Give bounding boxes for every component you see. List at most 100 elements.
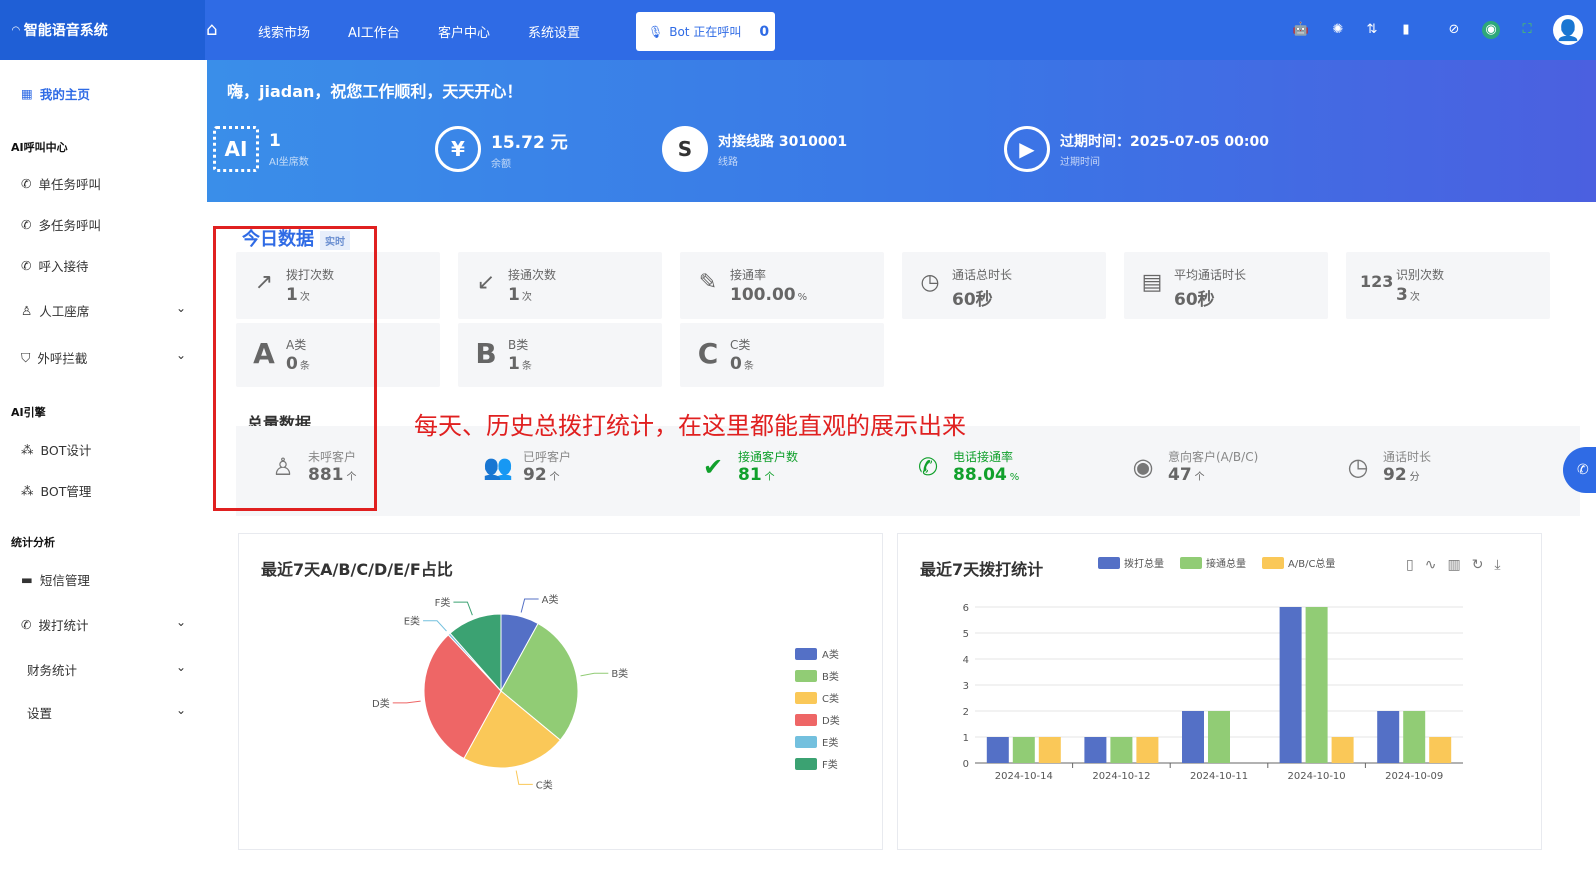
legend-swatch (795, 736, 817, 748)
pie-slice-label: B类 (611, 667, 628, 680)
sidebar-item-label: 短信管理 (39, 573, 90, 588)
brand[interactable]: ◠ 智能语音系统 (0, 0, 205, 60)
nav-clue-market[interactable]: 线索市场 (258, 22, 310, 41)
brand-name: 智能语音系统 (23, 23, 108, 39)
chevron-down-icon[interactable]: ⌄ (176, 703, 186, 717)
chevron-down-icon[interactable]: ⌄ (176, 348, 186, 362)
card-unit: 次 (521, 292, 532, 303)
fullscreen-icon[interactable]: ⛶ (1518, 21, 1536, 39)
transfer-icon[interactable]: ⇅ (1363, 21, 1381, 39)
card-unit: 次 (1409, 292, 1420, 303)
bar-chart-panel: 最近7天拨打统计 ▯∿▥↻⤓ 0 1 2 3 4 5 6 2024-10-14 2024-10-… (897, 533, 1542, 850)
today-card-avg-duration: ▤ 平均通话时长 60秒 (1124, 252, 1328, 319)
timer-icon: ◷ (1347, 452, 1369, 481)
compass-icon[interactable]: ⊘ (1445, 21, 1463, 39)
chevron-down-icon[interactable]: ⌄ (176, 660, 186, 674)
sidebar-item-outbound-block[interactable]: ⛉ 外呼拦截 (21, 348, 87, 367)
arrow-down-check-icon: ↙ (476, 270, 496, 295)
line-label: 线路 (718, 156, 738, 168)
y-tick-label: 0 (963, 759, 969, 770)
sidebar-item-human-seat[interactable]: ♙ 人工座席 (21, 301, 89, 320)
total-unit: 个 (764, 472, 775, 483)
sidebar-heading-ai-engine: AI引擎 (11, 406, 46, 419)
sidebar-item-label: 设置 (27, 706, 53, 721)
bar (1331, 737, 1354, 763)
y-tick-label: 2 (963, 707, 969, 718)
bar (1429, 737, 1452, 763)
stat-expire: ▶ 过期时间：2025-07-05 00:00 过期时间 (1004, 126, 1269, 172)
card-value: 100.00 (730, 285, 796, 305)
sidebar-item-bot-design[interactable]: ⁂ BOT设计 (21, 440, 91, 459)
bot-calling-count: 0 (759, 23, 770, 40)
legend-label: D类 (822, 714, 840, 727)
total-value: 92 (1383, 465, 1407, 485)
theme-icon[interactable]: ✺ (1329, 21, 1347, 39)
total-intent: ◉ 意向客户(A/B/C) 47 个 (1128, 448, 1259, 485)
pie-slice-label: D类 (372, 697, 390, 710)
account-circle-icon: ◉ (1132, 452, 1154, 481)
bar (1084, 737, 1107, 763)
legend-label: F类 (822, 758, 838, 771)
sidebar-item-label: BOT设计 (40, 443, 92, 458)
microphone-icon: 🎙 (648, 24, 664, 39)
x-tick-label: 2024-10-09 (1385, 771, 1443, 782)
balance-label: 余额 (491, 159, 511, 170)
user-avatar[interactable]: 👤 (1553, 15, 1583, 45)
sidebar-item-call-stats[interactable]: ✆ 拨打统计 (21, 615, 89, 634)
sidebar-item-finance[interactable]: 财务统计 (27, 660, 77, 679)
sidebar-item-home[interactable]: ▦ 我的主页 (21, 84, 90, 103)
legend-label: 接通总量 (1206, 557, 1246, 570)
message-icon: ▬ (21, 572, 33, 587)
sidebar-item-settings[interactable]: 设置 (27, 703, 52, 722)
card-label: 通话总时长 (952, 268, 1013, 282)
y-tick-label: 6 (963, 603, 969, 614)
y-tick-label: 5 (963, 629, 969, 640)
legend-label: 拨打总量 (1124, 557, 1164, 570)
bar (1279, 607, 1302, 763)
sidebar-item-bot-manage[interactable]: ⁂ BOT管理 (21, 481, 91, 500)
x-tick-label: 2024-10-12 (1092, 771, 1150, 782)
phone-icon: ✆ (21, 176, 32, 191)
bar (1136, 737, 1159, 763)
yen-icon: ¥ (435, 126, 481, 172)
nav-ai-workbench[interactable]: AI工作台 (348, 22, 400, 41)
alarm-clock-icon: ▶ (1004, 126, 1050, 172)
today-card-connects: ↙ 接通次数 1次 (458, 252, 662, 319)
logo-icon: ◠ (12, 24, 20, 36)
total-unit: 个 (549, 472, 560, 483)
chevron-down-icon[interactable]: ⌄ (176, 615, 186, 629)
language-icon[interactable]: ◉ (1482, 21, 1500, 39)
home-icon[interactable]: ⌂ (206, 20, 226, 40)
expire-prefix: 过期时间： (1060, 133, 1130, 150)
card-unit: 条 (521, 361, 532, 372)
pie-label-line (520, 598, 539, 613)
nav-system-settings[interactable]: 系统设置 (528, 22, 580, 41)
annotation-text: 每天、历史总拨打统计，在这里都能直观的展示出来 (414, 412, 966, 440)
sidebar: ▦ 我的主页 AI呼叫中心 ✆ 单任务呼叫 ✆ 多任务呼叫 ✆ 呼入接待 ♙ 人工座席 ⌄… (0, 60, 208, 886)
today-card-connect-rate: ✎ 接通率 100.00% (680, 252, 884, 319)
sidebar-item-sms[interactable]: ▬ 短信管理 (21, 570, 90, 589)
nav-customer-center[interactable]: 客户中心 (438, 22, 490, 41)
total-label: 已呼客户 (523, 450, 572, 464)
chevron-down-icon[interactable]: ⌄ (176, 301, 186, 315)
y-tick-label: 4 (963, 655, 969, 666)
sidebar-item-single-task[interactable]: ✆ 单任务呼叫 (21, 174, 101, 193)
bot-calling-label: Bot 正在呼叫 (669, 25, 742, 39)
legend-label: E类 (822, 736, 838, 749)
sidebar-item-inbound[interactable]: ✆ 呼入接待 (21, 256, 89, 275)
total-label: 接通客户数 (738, 450, 799, 464)
pie-label-line (423, 620, 447, 632)
legend-swatch (795, 648, 817, 660)
legend-swatch (1098, 557, 1120, 569)
bookmark-icon[interactable]: ▮ (1397, 21, 1415, 39)
card-value: 3 (1396, 285, 1408, 305)
bot-calling-button[interactable]: 🎙 Bot 正在呼叫 0 (636, 12, 775, 51)
sidebar-item-label: 多任务呼叫 (38, 218, 101, 233)
sidebar-item-multi-task[interactable]: ✆ 多任务呼叫 (21, 215, 101, 234)
android-icon[interactable]: 🤖 (1292, 21, 1310, 39)
card-label: 接通次数 (508, 268, 557, 282)
bar (1208, 711, 1230, 763)
users-icon: 👥 (483, 452, 513, 481)
pie-label-line (392, 700, 421, 704)
total-called: 👥 已呼客户 92 个 (483, 448, 571, 485)
